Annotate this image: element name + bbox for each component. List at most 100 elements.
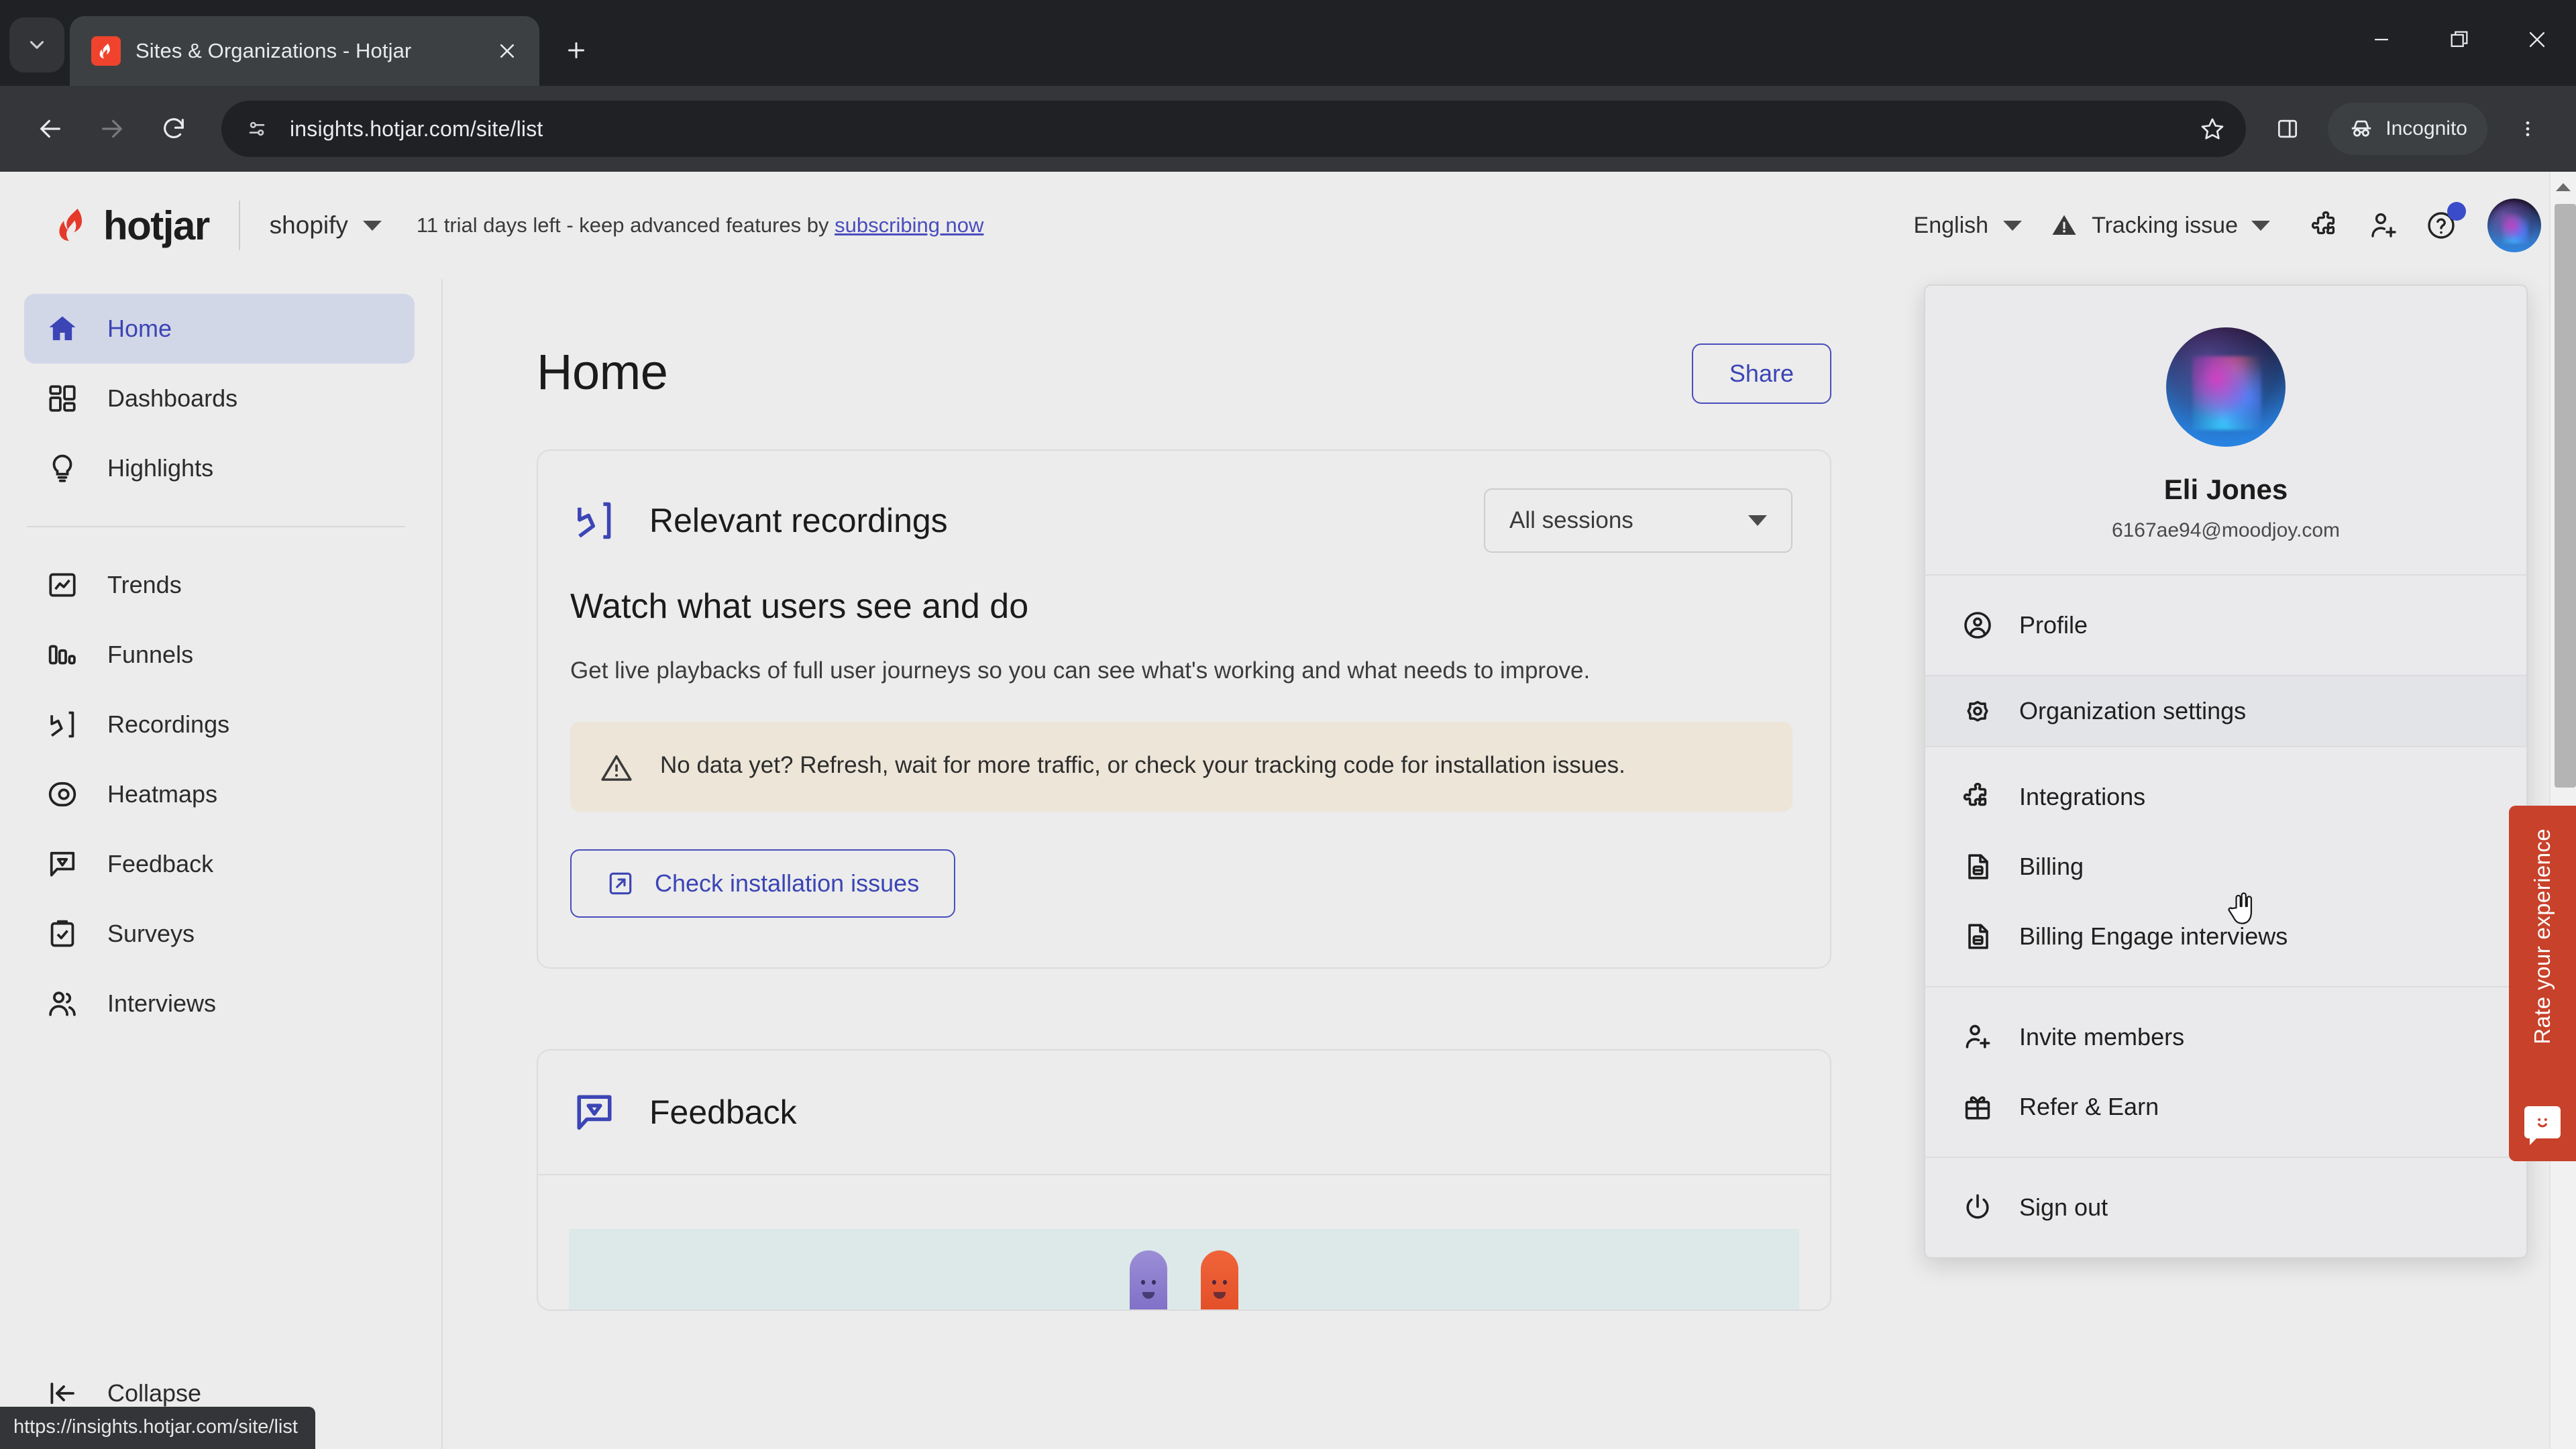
menu-item-billing[interactable]: Billing xyxy=(1925,832,2526,902)
forward-button[interactable] xyxy=(85,101,140,156)
gift-icon xyxy=(1960,1089,1995,1124)
sidebar-item-trends[interactable]: Trends xyxy=(24,550,415,620)
sidebar-item-funnels[interactable]: Funnels xyxy=(24,620,415,690)
menu-group-community: Invite members Refer & Earn xyxy=(1925,987,2526,1157)
maximize-button[interactable] xyxy=(2420,0,2498,79)
recordings-glyph xyxy=(50,711,74,738)
power-glyph xyxy=(1966,1194,1989,1219)
menu-group-account: Integrations Billing Billing Engage inte… xyxy=(1925,747,2526,986)
tab-title: Sites & Organizations - Hotjar xyxy=(136,39,412,62)
sidebar-item-recordings[interactable]: Recordings xyxy=(24,690,415,759)
tab-search-button[interactable] xyxy=(9,17,64,72)
header-actions: English Tracking issue xyxy=(1914,197,2541,254)
menu-item-label: Invite members xyxy=(2019,1023,2185,1051)
heatmaps-icon xyxy=(44,776,80,812)
sidebar-item-label: Heatmaps xyxy=(107,780,218,808)
trial-banner: 11 trial days left - keep advanced featu… xyxy=(417,213,984,237)
scroll-up-button[interactable] xyxy=(2551,172,2576,203)
sidebar-item-dashboards[interactable]: Dashboards xyxy=(24,364,415,433)
tab-close-icon[interactable] xyxy=(490,34,525,68)
tab-strip: Sites & Organizations - Hotjar xyxy=(0,0,2576,86)
user-avatar[interactable] xyxy=(2487,199,2541,252)
close-icon xyxy=(2529,32,2545,48)
arrow-left-icon xyxy=(40,119,60,138)
hotjar-logo-mark xyxy=(59,208,83,241)
menu-item-billing-engage-interviews[interactable]: Billing Engage interviews xyxy=(1925,902,2526,971)
notification-badge xyxy=(2447,202,2466,221)
warning-triangle-icon xyxy=(600,751,633,785)
site-selector[interactable]: shopify xyxy=(270,211,382,239)
language-selector[interactable]: English xyxy=(1914,213,2023,239)
profile-summary: Eli Jones 6167ae94@moodjoy.com xyxy=(1925,286,2526,574)
sidebar-item-home[interactable]: Home xyxy=(24,294,415,364)
tracking-status-selector[interactable]: Tracking issue xyxy=(2050,211,2270,239)
sidebar-item-label: Highlights xyxy=(107,454,214,482)
window-controls xyxy=(2343,0,2576,79)
sidebar-item-surveys[interactable]: Surveys xyxy=(24,899,415,969)
app-header: hotjar shopify 11 trial days left - keep… xyxy=(0,172,2576,279)
trial-text: 11 trial days left - keep advanced featu… xyxy=(416,213,835,237)
close-window-button[interactable] xyxy=(2498,0,2576,79)
menu-item-refer-and-earn[interactable]: Refer & Earn xyxy=(1925,1072,2526,1142)
bookmark-star-icon[interactable] xyxy=(2188,105,2237,153)
side-panel-button[interactable] xyxy=(2263,105,2312,153)
rate-experience-tab[interactable]: Rate your experience xyxy=(2509,806,2576,1161)
sidebar-collapse-button[interactable]: Collapse xyxy=(24,1375,415,1411)
omnibox-actions xyxy=(2188,105,2237,153)
incognito-label: Incognito xyxy=(2385,117,2467,140)
menu-item-invite-members[interactable]: Invite members xyxy=(1925,1002,2526,1072)
help-button[interactable] xyxy=(2412,197,2470,254)
sidebar-item-feedback[interactable]: Feedback xyxy=(24,829,415,899)
hotjar-logo[interactable]: hotjar xyxy=(54,203,210,249)
sidebar-item-label: Home xyxy=(107,315,172,342)
address-bar[interactable]: insights.hotjar.com/site/list xyxy=(221,101,2247,157)
chevron-down-icon xyxy=(1748,515,1767,526)
billing-icon xyxy=(1960,849,1995,884)
minimize-button[interactable] xyxy=(2343,0,2420,79)
integrations-button[interactable] xyxy=(2297,197,2355,254)
invite-members-button[interactable] xyxy=(2355,197,2412,254)
billing-glyph xyxy=(1968,854,1988,879)
invite-member-icon xyxy=(1960,1020,1995,1055)
notice-text: No data yet? Refresh, wait for more traf… xyxy=(660,752,1625,778)
surveys-icon xyxy=(44,916,80,952)
blob-orange xyxy=(1201,1250,1238,1309)
smiley-icon xyxy=(2524,1106,2561,1145)
profile-icon xyxy=(1960,608,1995,643)
check-installation-issues-button[interactable]: Check installation issues xyxy=(570,849,956,918)
menu-item-organization-settings[interactable]: Organization settings xyxy=(1925,675,2526,747)
sidebar-item-highlights[interactable]: Highlights xyxy=(24,433,415,503)
menu-item-sign-out[interactable]: Sign out xyxy=(1925,1173,2526,1242)
collapse-left-glyph xyxy=(50,1383,74,1404)
sidebar-item-interviews[interactable]: Interviews xyxy=(24,969,415,1038)
new-tab-button[interactable] xyxy=(553,27,600,74)
funnels-glyph xyxy=(48,645,76,665)
reload-button[interactable] xyxy=(146,101,201,156)
sessions-filter-select[interactable]: All sessions xyxy=(1484,488,1792,553)
chrome-menu-button[interactable] xyxy=(2502,101,2553,156)
rate-experience-label: Rate your experience xyxy=(2530,828,2555,1044)
menu-item-integrations[interactable]: Integrations xyxy=(1925,762,2526,832)
menu-item-profile[interactable]: Profile xyxy=(1925,590,2526,660)
sidebar-item-label: Interviews xyxy=(107,989,217,1017)
kebab-menu-icon xyxy=(2526,121,2530,137)
page-header: Home Share xyxy=(537,343,1831,404)
card-header: Feedback xyxy=(538,1051,1830,1174)
site-settings-icon[interactable] xyxy=(241,113,272,144)
menu-item-label: Refer & Earn xyxy=(2019,1093,2159,1120)
back-button[interactable] xyxy=(23,101,78,156)
subscribe-link[interactable]: subscribing now xyxy=(835,213,983,237)
incognito-indicator[interactable]: Incognito xyxy=(2328,103,2487,155)
restore-icon xyxy=(2451,31,2468,48)
browser-tab[interactable]: Sites & Organizations - Hotjar xyxy=(70,16,539,86)
check-installation-label: Check installation issues xyxy=(655,869,920,897)
trends-icon xyxy=(44,567,80,603)
sidebar-item-heatmaps[interactable]: Heatmaps xyxy=(24,759,415,829)
sidebar-item-label: Recordings xyxy=(107,710,230,738)
scrollbar-thumb[interactable] xyxy=(2555,204,2576,788)
chevron-down-icon xyxy=(2003,220,2023,231)
card-body: Watch what users see and do Get live pla… xyxy=(538,553,1830,967)
share-button[interactable]: Share xyxy=(1691,343,1831,404)
profile-name: Eli Jones xyxy=(2163,474,2288,505)
browser-window: Sites & Organizations - Hotjar insights.… xyxy=(0,0,2576,1449)
